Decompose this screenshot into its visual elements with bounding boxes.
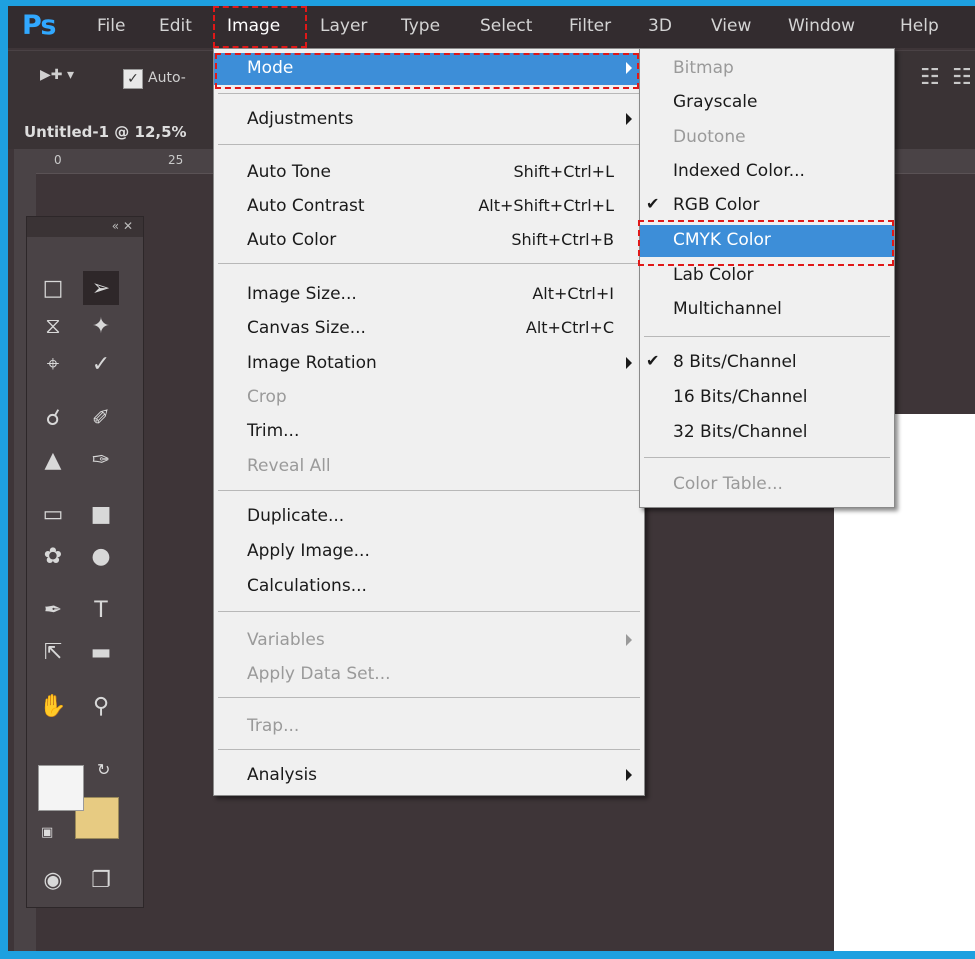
menu-bar: Ps File Edit Image Layer Type Select Fil… <box>8 6 975 48</box>
menu-variables: Variables <box>214 625 644 657</box>
menu-window[interactable]: Window <box>788 16 855 36</box>
checkmark-icon: ✔ <box>646 351 660 370</box>
submenu-arrow-icon <box>626 769 632 781</box>
rectangle-tool-icon[interactable]: ▬ <box>83 635 119 669</box>
move-tool-icon[interactable]: ➢ <box>83 271 119 305</box>
move-tool-preset-icon[interactable]: ▶✚ ▾ <box>40 67 100 95</box>
menu-help[interactable]: Help <box>900 16 939 36</box>
menu-crop: Crop <box>247 387 287 407</box>
menu-auto-color[interactable]: Auto Color Shift+Ctrl+B <box>214 225 644 257</box>
zoom-tool-icon[interactable]: ⚲ <box>83 689 119 723</box>
marquee-tool-icon[interactable]: □ <box>35 271 71 305</box>
path-selection-icon[interactable]: ⇱ <box>35 635 71 669</box>
menu-file[interactable]: File <box>97 16 125 36</box>
menu-calculations[interactable]: Calculations... <box>214 571 644 603</box>
document-title: Untitled-1 @ 12,5% <box>24 123 187 141</box>
menu-view[interactable]: View <box>711 16 751 36</box>
eyedropper-icon[interactable]: ✓ <box>83 347 119 381</box>
menu-trap: Trap... <box>247 716 300 736</box>
tools-panel-header[interactable]: « ✕ <box>27 217 143 237</box>
mode-duotone: Duotone <box>673 127 746 147</box>
mode-submenu: Bitmap Grayscale Duotone Indexed Color..… <box>639 48 895 508</box>
menu-canvas-size[interactable]: Canvas Size... Alt+Ctrl+C <box>214 313 644 345</box>
menu-trim[interactable]: Trim... <box>214 416 644 448</box>
photoshop-window: Ps File Edit Image Layer Type Select Fil… <box>8 6 975 951</box>
checkmark-icon: ✔ <box>646 194 660 213</box>
mode-rgb-color[interactable]: ✔ RGB Color <box>640 190 894 222</box>
mode-16-bits[interactable]: 16 Bits/Channel <box>640 382 894 414</box>
menu-reveal-all: Reveal All <box>247 456 331 476</box>
mode-multichannel[interactable]: Multichannel <box>640 294 894 326</box>
menu-duplicate[interactable]: Duplicate... <box>214 501 644 533</box>
blur-tool-icon[interactable]: ✿ <box>35 539 71 573</box>
dodge-tool-icon[interactable]: ● <box>83 539 119 573</box>
menu-filter[interactable]: Filter <box>569 16 611 36</box>
auto-select-checkbox[interactable]: ✓ <box>123 69 143 89</box>
default-colors-icon[interactable]: ▣ <box>41 825 53 840</box>
healing-brush-icon[interactable]: ☌ <box>35 401 71 435</box>
mode-color-table: Color Table... <box>673 474 783 494</box>
menu-apply-image[interactable]: Apply Image... <box>214 536 644 568</box>
ruler-label-0: 0 <box>54 153 62 167</box>
ps-logo: Ps <box>22 10 56 41</box>
history-brush-icon[interactable]: ✑ <box>83 443 119 477</box>
mode-grayscale[interactable]: Grayscale <box>640 87 894 119</box>
align-top-icon[interactable]: ☷ <box>920 65 940 90</box>
gradient-tool-icon[interactable]: ■ <box>83 497 119 531</box>
lasso-tool-icon[interactable]: ⧖ <box>35 309 71 343</box>
menu-apply-data-set: Apply Data Set... <box>247 664 391 684</box>
menu-auto-tone[interactable]: Auto Tone Shift+Ctrl+L <box>214 157 644 189</box>
highlight-mode-item <box>215 53 639 89</box>
menu-type[interactable]: Type <box>401 16 440 36</box>
type-tool-icon[interactable]: T <box>83 593 119 627</box>
menu-analysis[interactable]: Analysis <box>214 760 644 792</box>
brush-tool-icon[interactable]: ✐ <box>83 401 119 435</box>
menu-auto-contrast[interactable]: Auto Contrast Alt+Shift+Ctrl+L <box>214 191 644 223</box>
crop-tool-icon[interactable]: ⌖ <box>35 347 71 381</box>
quick-mask-icon[interactable]: ◉ <box>35 863 71 897</box>
mode-32-bits[interactable]: 32 Bits/Channel <box>640 417 894 449</box>
pen-tool-icon[interactable]: ✒ <box>35 593 71 627</box>
mode-8-bits[interactable]: ✔ 8 Bits/Channel <box>640 347 894 379</box>
menu-image-rotation[interactable]: Image Rotation <box>214 348 644 380</box>
menu-adjustments[interactable]: Adjustments <box>214 104 644 136</box>
menu-image-size[interactable]: Image Size... Alt+Ctrl+I <box>214 279 644 311</box>
auto-select-label: Auto- <box>148 70 186 86</box>
submenu-arrow-icon <box>626 634 632 646</box>
foreground-color-swatch[interactable] <box>38 765 84 811</box>
mode-indexed-color[interactable]: Indexed Color... <box>640 156 894 188</box>
collapse-close-icon[interactable]: « ✕ <box>112 219 133 233</box>
swap-colors-icon[interactable]: ↻ <box>97 760 110 779</box>
submenu-arrow-icon <box>626 113 632 125</box>
highlight-image-menu <box>213 6 307 48</box>
menu-3d[interactable]: 3D <box>648 16 672 36</box>
menu-select[interactable]: Select <box>480 16 532 36</box>
menu-edit[interactable]: Edit <box>159 16 192 36</box>
screen-mode-icon[interactable]: ❐ <box>83 863 119 897</box>
magic-wand-icon[interactable]: ✦ <box>83 309 119 343</box>
menu-layer[interactable]: Layer <box>320 16 367 36</box>
eraser-tool-icon[interactable]: ▭ <box>35 497 71 531</box>
submenu-arrow-icon <box>626 357 632 369</box>
ruler-label-25: 25 <box>168 153 184 167</box>
tools-panel: « ✕ □ ➢ ⧖ ✦ ⌖ ✓ ☌ ✐ ▲ ✑ ▭ ■ ✿ ● ✒ T ⇱ ▬ … <box>26 216 144 908</box>
mode-bitmap: Bitmap <box>673 58 734 78</box>
align-center-icon[interactable]: ☷ <box>952 65 972 90</box>
highlight-cmyk-item <box>638 220 894 266</box>
image-menu: Mode Adjustments Auto Tone Shift+Ctrl+L A… <box>213 48 645 796</box>
hand-tool-icon[interactable]: ✋ <box>35 689 71 723</box>
clone-stamp-icon[interactable]: ▲ <box>35 443 71 477</box>
